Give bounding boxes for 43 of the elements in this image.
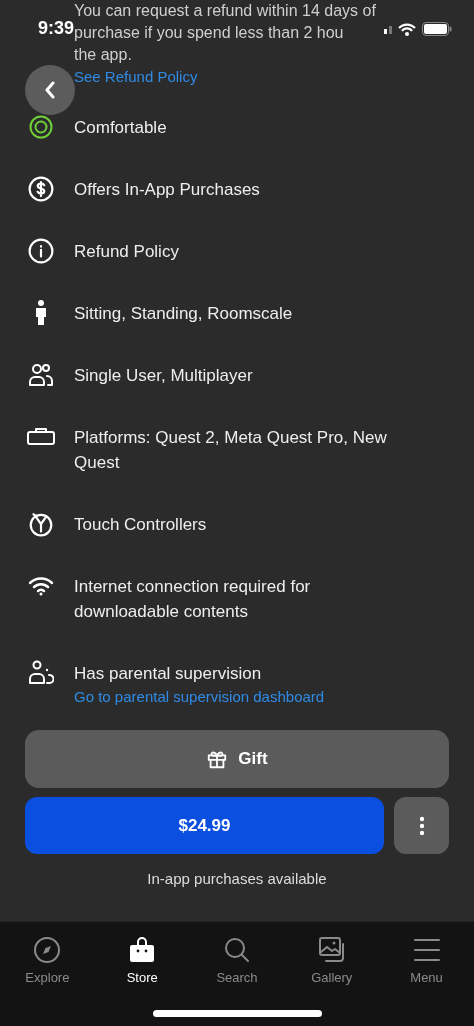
more-icon [418,815,425,836]
refund-text-line: purchase if you spend less than 2 hou [74,24,344,43]
gift-button[interactable]: Gift [25,730,449,788]
info-icon [27,238,54,264]
feature-label: Sitting, Standing, Roomscale [74,303,293,325]
controller-icon [27,511,54,537]
wifi-status-icon [398,22,416,36]
wifi-icon [27,576,54,596]
feature-label: Has parental supervision [74,663,262,685]
back-button[interactable] [25,65,75,115]
signal-icon [384,24,392,34]
nav-tab[interactable]: Menu [386,936,467,988]
feature-label: Offers In-App Purchases [74,179,260,201]
search-icon [223,936,251,964]
dollar-icon [27,176,54,202]
users-icon [27,363,54,387]
shopping-bag-icon [128,936,157,964]
feature-label: Comfortable [74,117,167,139]
gallery-icon [317,936,346,964]
status-time: 9:39 [38,18,75,38]
feature-label: Platforms: Quest 2, Meta Quest Pro, New Quest [74,427,388,474]
battery-icon [422,22,452,36]
feature-label: Internet connection required for downloadable contents [74,576,312,623]
feature-label: Single User, Multiplayer [74,365,253,387]
refund-text-line: the app. [74,45,132,65]
feature-label: Touch Controllers [74,514,207,536]
parent-child-icon [27,660,54,686]
headset-icon [25,427,56,447]
compass-icon [33,936,62,964]
purchases-caption: In-app purchases available [146,870,328,887]
ring-icon [28,115,53,139]
menu-icon [412,936,441,964]
refund-text-line: You can request a refund within 14 days of [74,1,376,21]
price-button[interactable]: $24.99 [25,797,384,854]
back-icon [44,81,56,99]
refund-policy-link[interactable]: See Refund Policy [74,66,198,88]
more-button[interactable] [394,797,449,854]
nav-tab[interactable]: Store [102,936,183,988]
feature-label: Refund Policy [74,241,179,263]
nav-tab[interactable]: Explore [7,936,88,988]
nav-tab[interactable]: Search [197,936,277,988]
nav-tab[interactable]: Gallery [291,936,372,988]
parental-dashboard-link[interactable]: Go to parental supervision dashboard [74,686,325,708]
